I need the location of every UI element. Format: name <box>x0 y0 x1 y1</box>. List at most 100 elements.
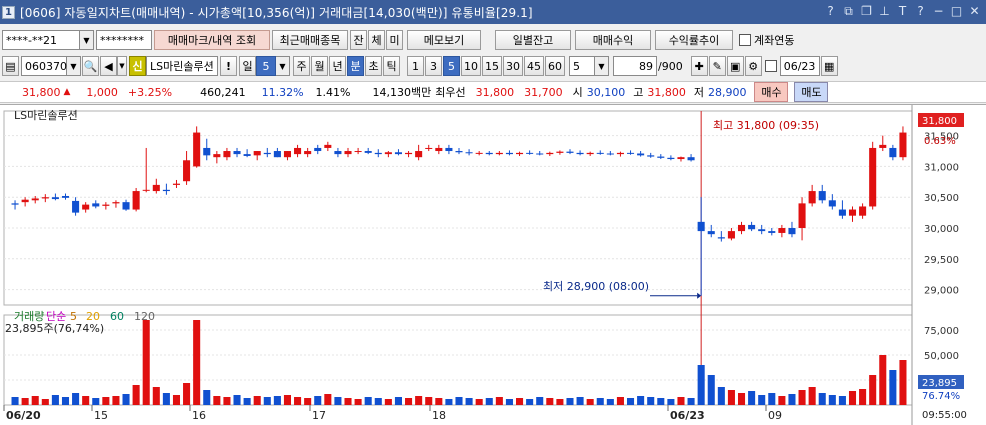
volume-bar <box>566 398 574 405</box>
chart-stock-label: LS마린솔루션 <box>14 109 78 122</box>
volume-bar <box>21 398 29 405</box>
buy-button[interactable]: 매수 <box>754 82 789 102</box>
volume-bar <box>203 390 211 405</box>
speaker-icon[interactable]: ◀ <box>100 56 117 76</box>
candle-body <box>41 197 49 199</box>
memo-button[interactable]: 메모보기 <box>407 30 481 50</box>
period-button-0[interactable]: 주 <box>293 56 310 76</box>
volume-bar <box>647 397 655 405</box>
help-icon[interactable]: ? <box>823 3 838 19</box>
date-input[interactable]: 06/23 <box>779 56 820 76</box>
profit-trend-button[interactable]: 수익률추이 <box>655 30 733 50</box>
interval-button-5[interactable]: 5 <box>443 56 460 76</box>
date-checkbox[interactable] <box>764 60 777 72</box>
candle-body <box>768 231 776 233</box>
change-rate: +3.25% <box>127 85 173 99</box>
period-value[interactable]: 5 <box>256 56 276 76</box>
candle-body <box>697 221 705 232</box>
volume-bar <box>475 399 483 405</box>
candle-body <box>223 151 231 158</box>
trade-profit-button[interactable]: 매매수익 <box>575 30 651 50</box>
volume-bar <box>102 397 110 405</box>
interval-button-45[interactable]: 45 <box>524 56 544 76</box>
account-dropdown-icon[interactable]: ▼ <box>80 30 94 50</box>
volume-bar <box>526 399 534 405</box>
candle-body <box>203 147 211 156</box>
save-icon[interactable]: ▣ <box>726 56 744 76</box>
candle-body <box>536 153 544 155</box>
interval-dropdown-icon[interactable]: ▼ <box>595 56 609 76</box>
crosshair-icon[interactable]: ✚ <box>690 56 708 76</box>
period-button-4[interactable]: 초 <box>365 56 382 76</box>
candle-body <box>758 229 766 232</box>
bid-price: 31,700 <box>524 85 563 99</box>
interval-button-60[interactable]: 60 <box>545 56 565 76</box>
search-icon[interactable]: 🔍 <box>82 56 99 76</box>
code-dropdown-icon[interactable]: ▼ <box>67 56 81 76</box>
executed-button[interactable]: 체 <box>368 30 385 50</box>
interval-input[interactable]: 5 <box>569 56 595 76</box>
candle-body <box>82 204 90 210</box>
period-button-2[interactable]: 년 <box>329 56 346 76</box>
volume-bar <box>92 398 100 405</box>
volume-bar <box>869 375 877 405</box>
y-tick-label: 30,500 <box>924 193 959 204</box>
calendar-icon[interactable]: ▦ <box>820 56 838 76</box>
candle-body <box>354 151 362 153</box>
period-dropdown-icon[interactable]: ▼ <box>276 56 290 76</box>
draw-tool-icon[interactable]: ✎ <box>708 56 726 76</box>
stock-code-input[interactable]: 060370 <box>21 56 67 76</box>
volume-rate-tag: 76.74% <box>922 391 960 402</box>
candlestick-chart[interactable]: 31,50031,00030,50030,00029,50029,00075,0… <box>0 105 986 425</box>
menu-icon[interactable]: ? <box>913 3 928 19</box>
pin-icon[interactable]: ⊥ <box>877 3 892 19</box>
gear-icon[interactable]: ⚙ <box>744 56 762 76</box>
volume-bar <box>495 397 503 405</box>
candle-body <box>788 228 796 235</box>
account-select[interactable]: ****-**21 <box>2 30 80 50</box>
period-button-5[interactable]: 틱 <box>383 56 400 76</box>
candle-body <box>465 152 473 154</box>
period-button-3[interactable]: 분 <box>347 56 364 76</box>
candle-body <box>505 152 513 155</box>
candle-body <box>243 154 251 156</box>
recent-trades-button[interactable]: 최근매매종목 <box>272 30 348 50</box>
time-tag: 09:55:00 <box>922 410 967 421</box>
candle-body <box>193 132 201 167</box>
pending-button[interactable]: 미 <box>386 30 403 50</box>
chart-settings-icon[interactable]: ▤ <box>2 56 19 76</box>
interval-button-1[interactable]: 1 <box>407 56 424 76</box>
restore-icon[interactable]: ⧉ <box>841 3 856 19</box>
volume-bar <box>697 365 705 405</box>
volume-bar <box>657 398 665 405</box>
speaker-dropdown-icon[interactable]: ▼ <box>117 56 127 76</box>
volume-value: 460,241 <box>200 85 246 99</box>
interval-button-15[interactable]: 15 <box>482 56 502 76</box>
volume-bar <box>51 395 59 405</box>
volume-bar <box>485 398 493 405</box>
volume-bar <box>859 389 867 405</box>
interval-button-3[interactable]: 3 <box>425 56 442 76</box>
trade-mark-button[interactable]: 매매마크/내역 조회 <box>154 30 270 50</box>
interval-button-30[interactable]: 30 <box>503 56 523 76</box>
volume-bar <box>435 398 443 405</box>
close-icon[interactable]: ✕ <box>967 3 982 19</box>
period-button-1[interactable]: 월 <box>311 56 328 76</box>
maximize-icon[interactable]: □ <box>949 3 964 19</box>
chart-toolbar: ▤ 060370 ▼ 🔍 ◀ ▼ 신 LS마린솔루션 ! 일 5 ▼ 주월년분초… <box>0 54 986 78</box>
candle-body <box>92 203 100 207</box>
account-link-checkbox[interactable] <box>739 34 751 46</box>
volume-bar <box>687 398 695 405</box>
balance-button[interactable]: 잔 <box>350 30 367 50</box>
chart-area[interactable]: 31,500 31,000 30,500 30,000 29,500 29,000 75,0… <box>0 104 986 425</box>
password-field[interactable]: ******** <box>96 30 152 50</box>
minimize-icon[interactable]: − <box>931 3 946 19</box>
daily-balance-button[interactable]: 일별잔고 <box>495 30 571 50</box>
count-input[interactable]: 89 <box>613 56 657 76</box>
alert-icon[interactable]: ! <box>220 56 237 76</box>
font-size-icon[interactable]: T <box>895 3 910 19</box>
interval-button-10[interactable]: 10 <box>461 56 481 76</box>
copy-icon[interactable]: ❐ <box>859 3 874 19</box>
sell-button[interactable]: 매도 <box>794 82 829 102</box>
period-day-button[interactable]: 일 <box>239 56 256 76</box>
